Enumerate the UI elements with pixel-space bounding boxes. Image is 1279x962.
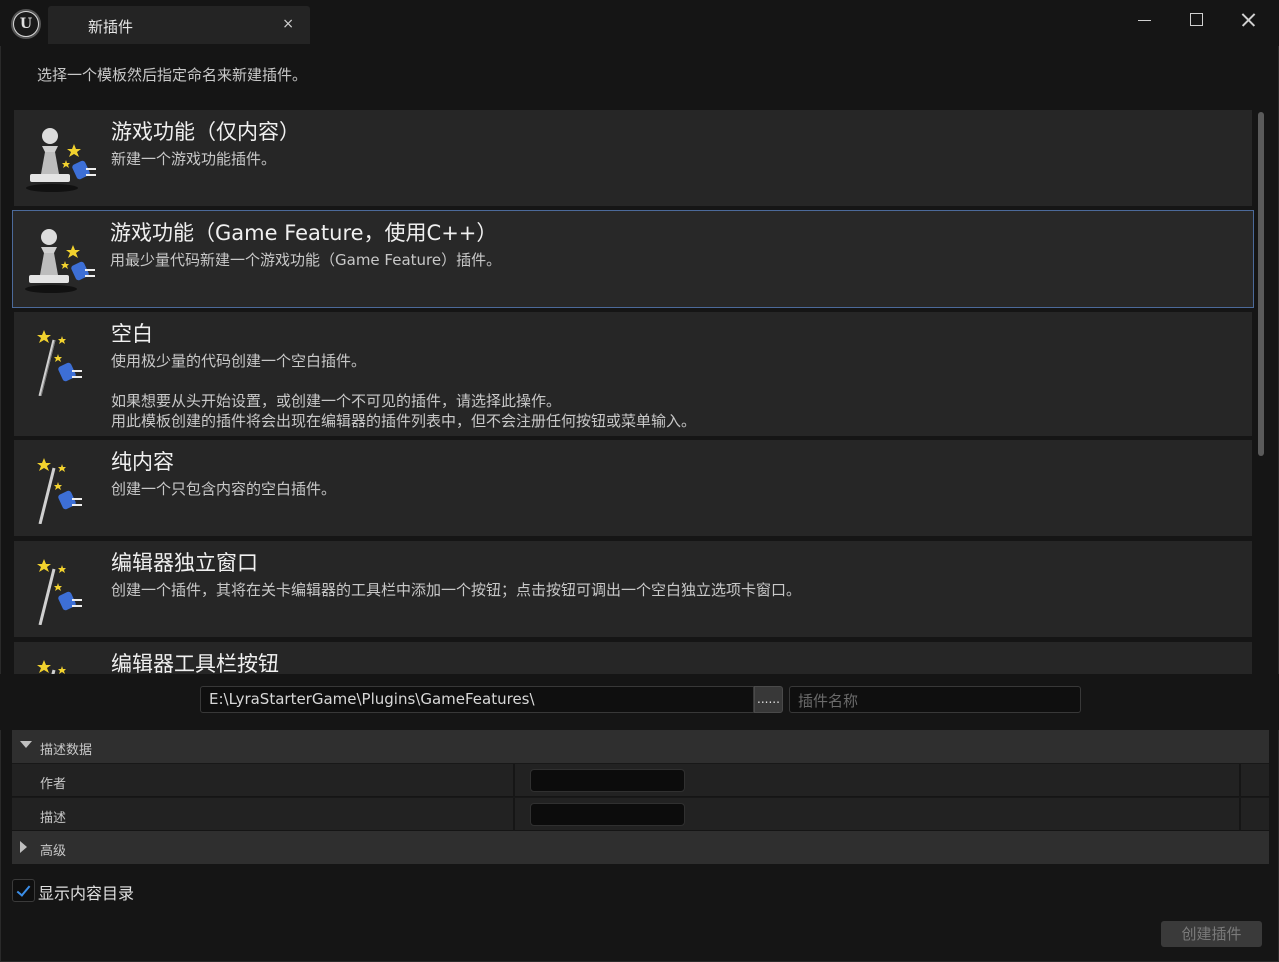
pawn-plugin-icon xyxy=(26,128,96,192)
tab-label: 新插件 xyxy=(88,18,134,36)
template-title: 空白 xyxy=(111,322,153,346)
template-desc: 使用极少量的代码创建一个空白插件。 如果想要从头开始设置，或创建一个不可见的插件… xyxy=(111,352,697,430)
show-content-dir-label[interactable]: 显示内容目录 xyxy=(38,880,134,904)
template-item-content-only[interactable]: 纯内容 创建一个只包含内容的空白插件。 xyxy=(14,440,1252,536)
create-plugin-button[interactable]: 创建插件 xyxy=(1161,921,1262,947)
column-divider[interactable] xyxy=(513,764,515,797)
advanced-section-header[interactable]: 高级 xyxy=(12,831,1269,864)
template-item-blank[interactable]: 空白 使用极少量的代码创建一个空白插件。 如果想要从头开始设置，或创建一个不可见… xyxy=(14,312,1252,436)
template-list: 游戏功能（仅内容） 新建一个游戏功能插件。 游戏功能（Game Feature，… xyxy=(12,108,1256,674)
tab-close-icon[interactable]: × xyxy=(282,16,294,32)
template-desc: 创建一个只包含内容的空白插件。 xyxy=(111,480,337,498)
template-item-game-feature-content[interactable]: 游戏功能（仅内容） 新建一个游戏功能插件。 xyxy=(14,110,1252,206)
instructions-text: 选择一个模板然后指定命名来新建插件。 xyxy=(37,66,308,84)
description-row: 描述 xyxy=(12,797,1269,831)
magic-wand-plugin-icon xyxy=(37,559,82,625)
template-item-game-feature-cpp[interactable]: 游戏功能（Game Feature，使用C++） 用最少量代码新建一个游戏功能（… xyxy=(12,210,1254,308)
chevron-down-icon xyxy=(20,741,32,748)
template-item-editor-toolbar-button[interactable]: 编辑器工具栏按钮 xyxy=(14,642,1252,674)
template-title: 游戏功能（Game Feature，使用C++） xyxy=(110,221,498,245)
magic-wand-plugin-icon xyxy=(37,660,66,674)
section-label: 高级 xyxy=(40,844,67,859)
magic-wand-plugin-icon xyxy=(37,330,82,396)
author-label: 作者 xyxy=(40,777,67,792)
metadata-section-header[interactable]: 描述数据 xyxy=(12,730,1269,763)
unreal-logo-icon[interactable]: U xyxy=(11,9,41,39)
magic-wand-plugin-icon xyxy=(37,458,82,524)
minimize-icon[interactable] xyxy=(1130,8,1160,32)
plugin-path-input[interactable]: E:\LyraStarterGame\Plugins\GameFeatures\ xyxy=(200,686,754,713)
column-divider[interactable] xyxy=(513,798,515,831)
template-desc: 新建一个游戏功能插件。 xyxy=(111,150,277,168)
template-title: 编辑器工具栏按钮 xyxy=(111,652,279,674)
title-bar: U 新插件 × xyxy=(0,0,1279,46)
template-title: 编辑器独立窗口 xyxy=(111,551,258,575)
template-desc: 创建一个插件，其将在关卡编辑器的工具栏中添加一个按钮；点击按钮可调出一个空白独立… xyxy=(111,581,802,599)
template-desc: 用最少量代码新建一个游戏功能（Game Feature）插件。 xyxy=(110,251,502,269)
author-row: 作者 xyxy=(12,763,1269,797)
column-divider xyxy=(1239,764,1241,797)
tab-new-plugin[interactable]: 新插件 × xyxy=(48,6,310,44)
browse-path-button[interactable]: ...... xyxy=(754,686,783,713)
checkmark-icon xyxy=(16,882,31,897)
pawn-plugin-icon xyxy=(25,229,95,293)
plugin-name-input[interactable]: 插件名称 xyxy=(789,686,1081,713)
show-content-dir-checkbox[interactable] xyxy=(12,879,35,902)
column-divider xyxy=(1239,798,1241,831)
author-input[interactable] xyxy=(530,769,685,792)
template-title: 游戏功能（仅内容） xyxy=(111,120,300,144)
close-icon[interactable] xyxy=(1234,8,1264,32)
template-title: 纯内容 xyxy=(111,450,174,474)
section-label: 描述数据 xyxy=(40,743,93,758)
template-item-editor-standalone-window[interactable]: 编辑器独立窗口 创建一个插件，其将在关卡编辑器的工具栏中添加一个按钮；点击按钮可… xyxy=(14,541,1252,637)
scrollbar-thumb[interactable] xyxy=(1258,112,1264,456)
chevron-right-icon xyxy=(20,841,27,853)
description-input[interactable] xyxy=(530,803,685,826)
maximize-icon[interactable] xyxy=(1182,8,1212,32)
description-label: 描述 xyxy=(40,811,67,826)
